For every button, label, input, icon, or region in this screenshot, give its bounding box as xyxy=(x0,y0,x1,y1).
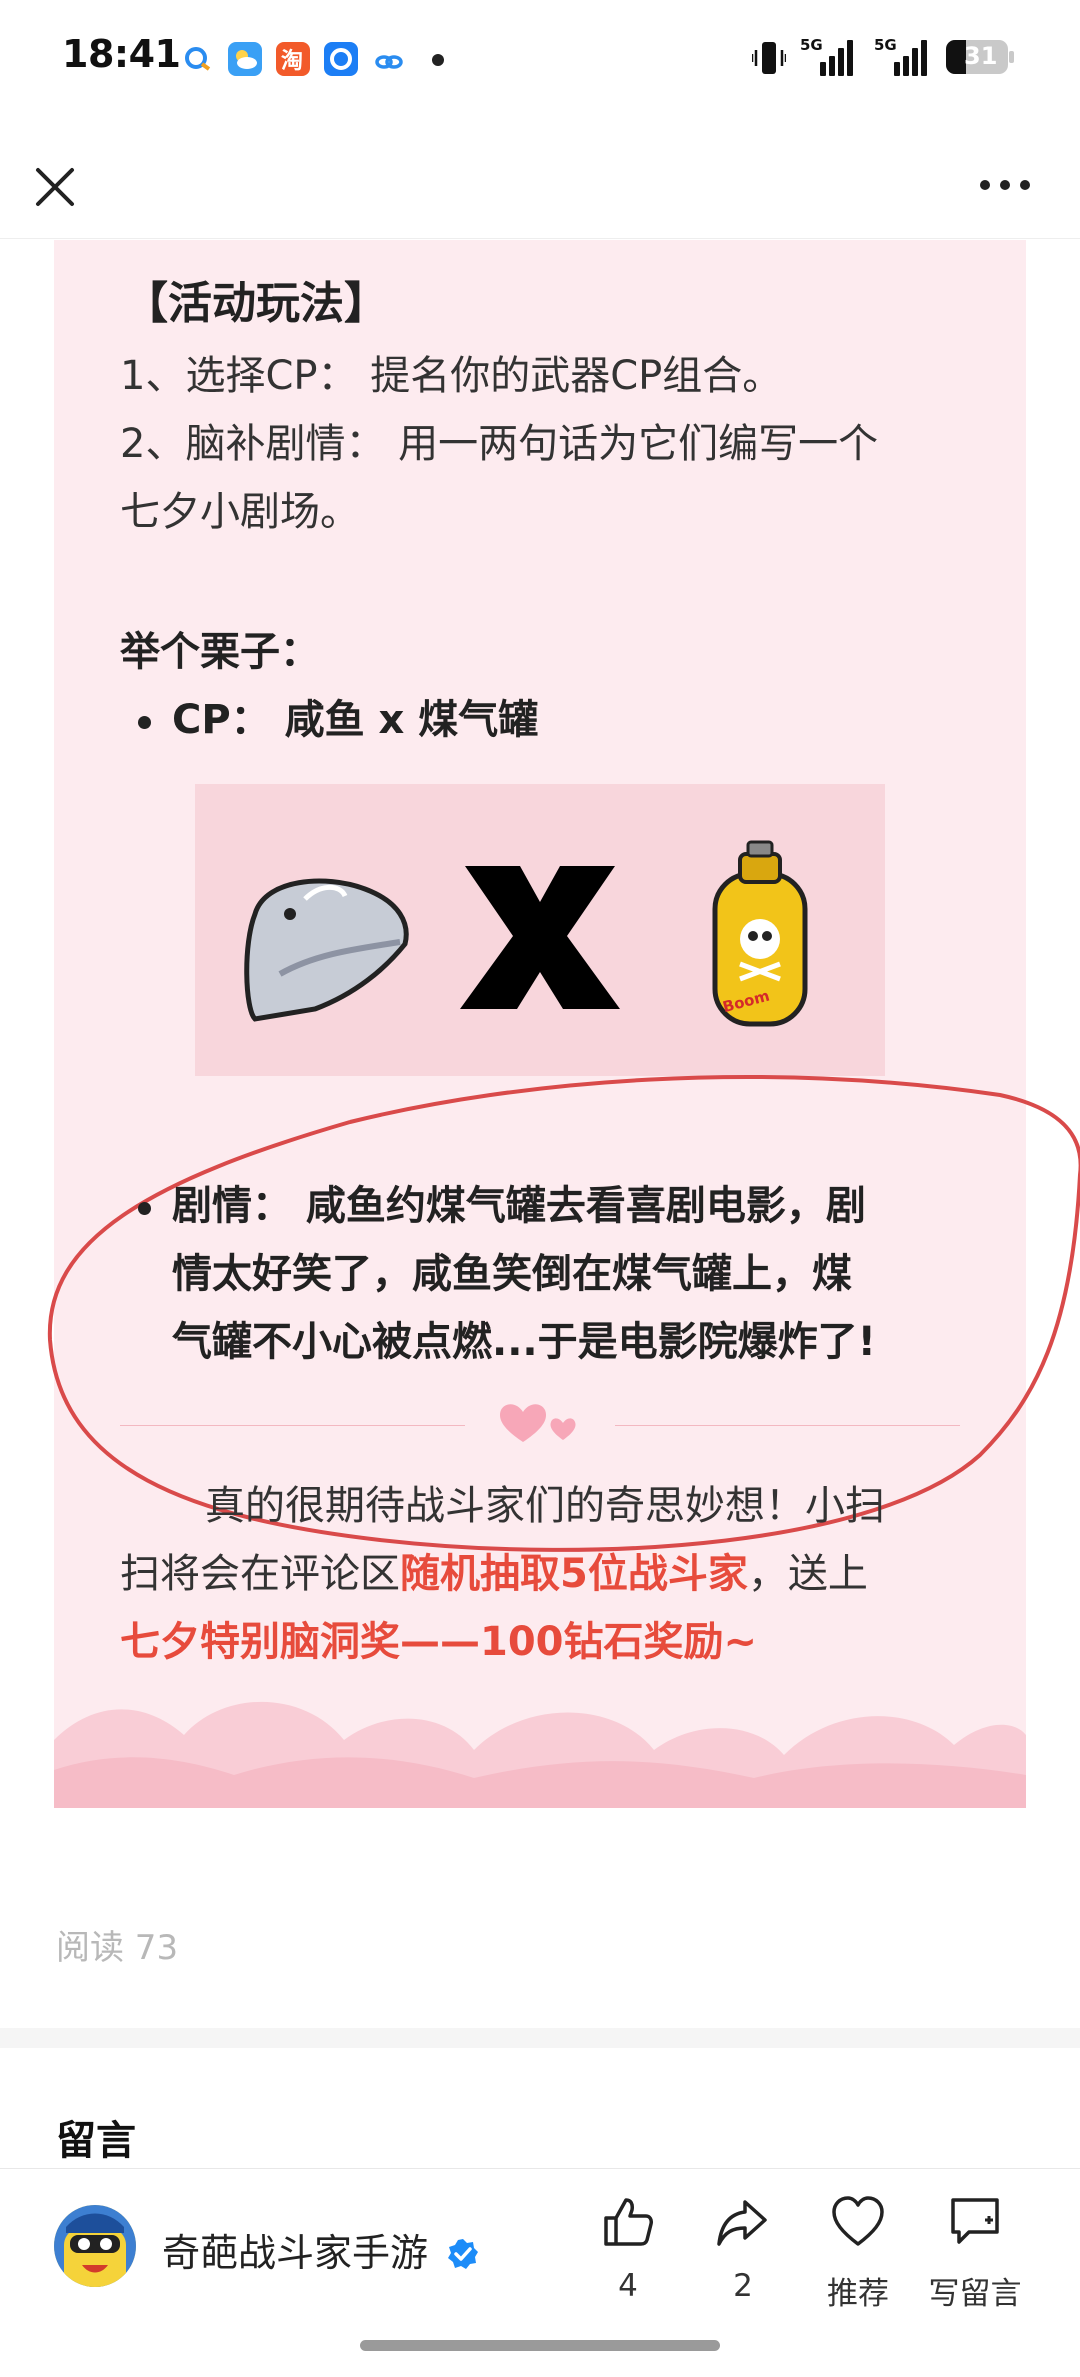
step-1: 1、选择CP： 提名你的武器CP组合。 xyxy=(120,353,783,399)
thumbs-up-icon xyxy=(604,2198,653,2246)
nav-bar xyxy=(0,130,1080,239)
link-icon xyxy=(372,42,406,76)
comment-icon xyxy=(951,2198,999,2244)
share-icon xyxy=(717,2200,767,2246)
heart-icon xyxy=(832,2196,884,2246)
recommend-button[interactable]: 推荐 xyxy=(803,2190,913,2312)
notification-dot xyxy=(432,54,444,66)
bullet-dot xyxy=(138,1202,151,1215)
divider-right xyxy=(615,1425,960,1426)
cp-image: Boom xyxy=(195,784,885,1076)
like-button[interactable]: 4 xyxy=(573,2190,683,2310)
signal-icon-2: 5G xyxy=(874,36,930,76)
cp-label: CP： 咸鱼 x 煤气罐 xyxy=(172,697,539,743)
closing-line-1: 真的很期待战斗家们的奇思妙想！小扫 xyxy=(205,1483,885,1529)
recommend-label: 推荐 xyxy=(827,2276,889,2312)
x-icon xyxy=(460,866,620,1009)
weather-icon xyxy=(228,42,262,76)
close-icon xyxy=(36,168,74,206)
verified-icon xyxy=(448,2239,479,2269)
lottery-highlight: 随机抽取5位战斗家 xyxy=(400,1551,748,1597)
like-count: 4 xyxy=(618,2268,638,2304)
vibrate-icon xyxy=(750,38,788,78)
closing-line-2-end: ，送上 xyxy=(747,1551,868,1597)
taobao-icon: 淘 xyxy=(276,42,310,76)
signal-icon-1: 5G xyxy=(800,36,856,76)
section-title: 【活动玩法】 xyxy=(124,278,388,329)
plot-line-2: 情太好笑了，咸鱼笑倒在煤气罐上，煤 xyxy=(172,1251,852,1297)
salted-fish-icon xyxy=(244,878,409,1022)
qq-icon xyxy=(180,42,214,76)
plot-line-3: 气罐不小心被点燃...于是电影院爆炸了! xyxy=(172,1319,876,1365)
battery-icon: 31 xyxy=(946,40,1016,74)
step-2-line-2: 七夕小剧场。 xyxy=(120,489,360,535)
section-separator xyxy=(0,2028,1080,2048)
account-name-text: 奇葩战斗家手游 xyxy=(162,2231,429,2275)
close-button[interactable] xyxy=(30,162,80,212)
hearts-icon xyxy=(495,1398,585,1448)
more-button[interactable] xyxy=(975,163,1035,207)
more-icon xyxy=(980,180,1030,190)
reward-highlight: 七夕特别脑洞奖——100钻石奖励~ xyxy=(120,1619,758,1665)
status-time: 18:41 xyxy=(62,32,181,76)
comments-title: 留言 xyxy=(56,2118,136,2164)
share-count: 2 xyxy=(733,2268,753,2304)
battery-level: 31 xyxy=(964,42,998,70)
account-name[interactable]: 奇葩战斗家手游 xyxy=(162,2222,480,2277)
gas-tank-icon: Boom xyxy=(712,840,808,1027)
write-comment-button[interactable]: 写留言 xyxy=(920,2190,1030,2312)
clouds-decoration xyxy=(54,1701,1026,1808)
read-count: 阅读 73 xyxy=(56,1928,179,1968)
divider-left xyxy=(120,1425,465,1426)
write-comment-label: 写留言 xyxy=(928,2276,1022,2312)
step-2-line-1: 2、脑补剧情： 用一两句话为它们编写一个 xyxy=(120,421,879,467)
share-button[interactable]: 2 xyxy=(688,2190,798,2310)
svg-text:淘: 淘 xyxy=(281,48,303,74)
bullet-dot xyxy=(138,716,151,729)
example-title: 举个栗子： xyxy=(120,629,320,675)
browser-icon xyxy=(324,42,358,76)
closing-line-2: 扫将会在评论区随机抽取5位战斗家，送上 xyxy=(120,1540,868,1608)
avatar[interactable] xyxy=(54,2205,136,2287)
closing-line-2-text: 扫将会在评论区 xyxy=(120,1551,400,1597)
plot-line-1: 剧情： 咸鱼约煤气罐去看喜剧电影，剧 xyxy=(172,1183,866,1229)
home-indicator[interactable] xyxy=(360,2340,720,2351)
